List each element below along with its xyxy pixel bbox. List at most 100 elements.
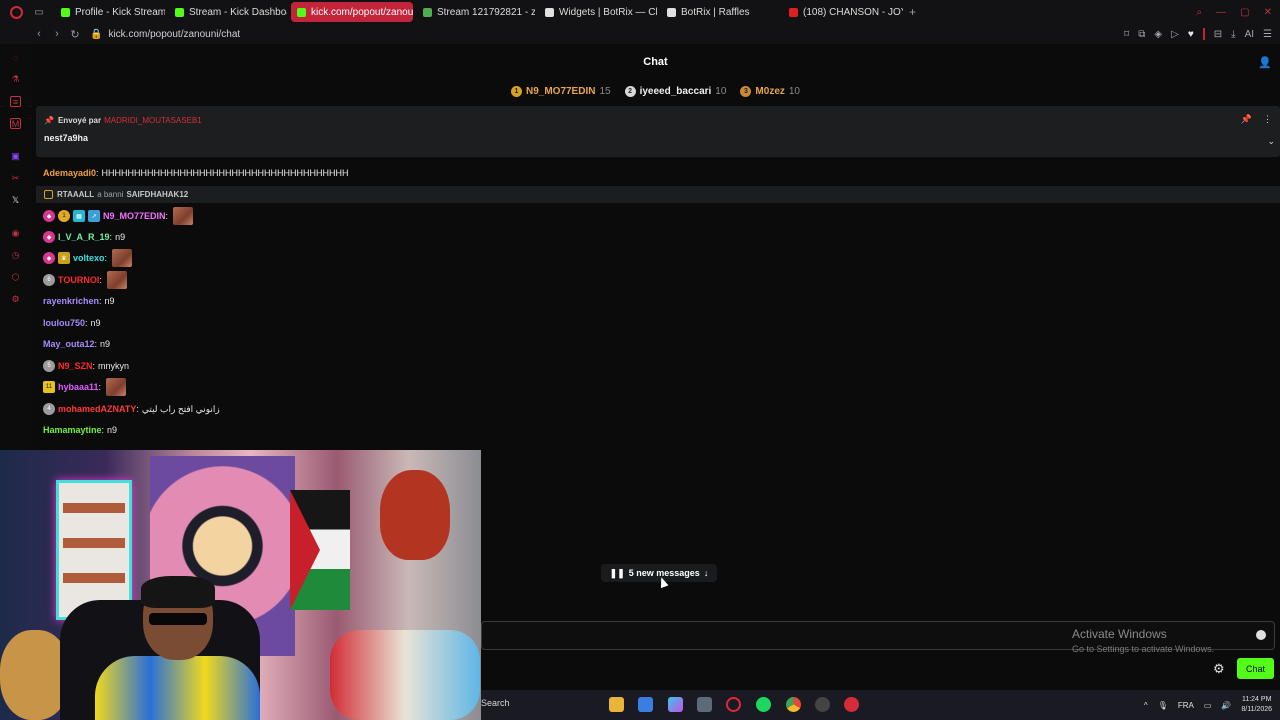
shield-icon[interactable]: ◈ (1154, 29, 1162, 40)
chat-username[interactable]: rayenkrichen (43, 296, 99, 306)
bookmark-icon[interactable]: ⌑ (1124, 29, 1129, 40)
opera-logo-icon[interactable] (10, 5, 23, 19)
chat-message[interactable]: May_outa12: n9 (43, 335, 110, 353)
reload-icon[interactable]: ↻ (66, 28, 84, 41)
twitch-icon[interactable]: ▣ (10, 151, 21, 162)
messenger-icon[interactable]: ≡ (10, 96, 21, 107)
mic-icon[interactable]: 🎙 (1158, 701, 1168, 710)
chevron-down-icon[interactable]: ⌄ (1267, 136, 1275, 147)
chat-username[interactable]: l_V_A_R_19 (58, 232, 110, 242)
unpin-icon[interactable]: 📌 (1241, 114, 1252, 125)
aria-icon[interactable]: ◌ (10, 52, 21, 63)
ai-icon[interactable]: ✂ (10, 173, 21, 184)
chat-username[interactable]: May_outa12 (43, 339, 95, 349)
chat-username[interactable]: voltexo (73, 253, 105, 263)
pinner-name[interactable]: MADRIDI_MOUTASASEB1 (104, 116, 202, 125)
browser-tab[interactable]: Stream 121792821 - zanou (417, 2, 535, 22)
browser-tab[interactable]: (108) CHANSON - JOYEUX (783, 2, 903, 22)
aria-ai-icon[interactable]: AI (1245, 29, 1254, 40)
obs-icon[interactable] (815, 697, 830, 712)
new-tab-icon[interactable]: + (909, 5, 916, 19)
chat-message[interactable]: 11 hybaaa11: (43, 378, 127, 396)
tab-list: Profile - Kick Streaming Stream - Kick Da… (55, 2, 903, 22)
chat-text: n9 (107, 425, 118, 435)
history-icon[interactable]: ◷ (10, 250, 21, 261)
sub-badge-icon: ◆ (43, 252, 55, 264)
url-field[interactable]: 🔒 kick.com/popout/zanouni/chat (90, 29, 240, 40)
store-icon[interactable] (638, 697, 653, 712)
player-icon[interactable]: ◉ (10, 228, 21, 239)
chat-username[interactable]: loulou750 (43, 318, 85, 328)
menu-icon[interactable]: ☰ (1263, 29, 1272, 40)
x-icon[interactable]: 𝕏 (10, 195, 21, 206)
pinned-message[interactable]: 📌 Envoyé par MADRIDI_MOUTASASEB1 nest7a9ha… (36, 106, 1280, 157)
browser-tab[interactable]: Profile - Kick Streaming (55, 2, 165, 22)
more-options-icon[interactable]: ⋮ (1263, 114, 1272, 125)
app-icon[interactable] (844, 697, 859, 712)
moderator-name[interactable]: RTAAALL (57, 190, 94, 199)
spotify-icon[interactable] (756, 697, 771, 712)
language-indicator[interactable]: FRA (1178, 701, 1194, 710)
sub-months-badge-icon: 11 (43, 381, 55, 393)
browser-tab[interactable]: Stream - Kick Dashboard (169, 2, 287, 22)
chat-message[interactable]: Ademayadi0: HHHHHHHHHHHHHHHHHHHHHHHHHHHH… (43, 164, 349, 182)
chat-username[interactable]: Ademayadi0 (43, 168, 96, 178)
chat-message[interactable]: loulou750: n9 (43, 314, 101, 332)
workspace-icon[interactable]: ⚗ (10, 74, 21, 85)
chat-username[interactable]: Hamamaytine (43, 425, 102, 435)
banned-user[interactable]: SAIFDHAHAK12 (126, 190, 188, 199)
chat-message[interactable]: 4 mohamedAZNATY: زانوني افتح راب ليتي (43, 400, 220, 418)
chat-message[interactable]: Hamamaytine: n9 (43, 421, 117, 439)
send-chat-button[interactable]: Chat (1237, 658, 1274, 679)
chat-message[interactable]: 6 TOURNOI: (43, 271, 127, 289)
settings-icon[interactable]: ⚙ (10, 294, 21, 305)
chat-username[interactable]: N9_MO77EDIN (103, 211, 166, 221)
minimize-icon[interactable]: — (1216, 7, 1226, 18)
user-list-icon[interactable]: 👤 (1258, 56, 1272, 69)
browser-tab[interactable]: BotRix | Raffles (661, 2, 779, 22)
opera-icon[interactable] (726, 697, 741, 712)
leaderboard-points: 15 (599, 85, 611, 97)
download-icon[interactable]: ⤓ (1231, 29, 1235, 40)
file-explorer-icon[interactable] (609, 697, 624, 712)
browser-tab[interactable]: Widgets | BotRix — Cloud (539, 2, 657, 22)
close-icon[interactable]: ✕ (1264, 7, 1272, 18)
chat-username[interactable]: hybaaa11 (58, 382, 99, 392)
chat-username[interactable]: TOURNOI (58, 275, 99, 285)
network-icon[interactable]: ▭ (1204, 701, 1212, 710)
extensions-icon[interactable]: ⬡ (10, 272, 21, 283)
snapshot-icon[interactable]: ⧉ (1138, 29, 1145, 40)
colon: : (92, 361, 96, 371)
chat-message[interactable]: ◆ l_V_A_R_19: n9 (43, 228, 125, 246)
chat-message[interactable]: rayenkrichen: n9 (43, 292, 115, 310)
browser-tab[interactable]: kick.com/popout/zanouni/ (291, 2, 413, 22)
chat-message[interactable]: ◆ 1 ▦ ↗ N9_MO77EDIN: (43, 207, 194, 225)
toolbar-icons: ⌑ ⧉ ◈ ▷ ♥ ⊟ ⤓ AI ☰ (1124, 24, 1272, 44)
heart-icon[interactable]: ♥ (1188, 29, 1194, 40)
copilot-icon[interactable] (668, 697, 683, 712)
forward-icon[interactable]: › (48, 28, 66, 40)
back-icon[interactable]: ‹ (30, 28, 48, 40)
chat-settings-icon[interactable]: ⚙ (1213, 661, 1225, 677)
screen: ▭ Profile - Kick Streaming Stream - Kick … (0, 0, 1280, 720)
play-icon[interactable]: ▷ (1171, 29, 1179, 40)
chat-message[interactable]: 5 N9_SZN: mnykyn (43, 357, 129, 375)
leaderboard-item[interactable]: 2 iyeeed_baccari 10 (624, 85, 726, 97)
clock[interactable]: 11:24 PM 8/11/2026 (1241, 695, 1272, 715)
chat-username[interactable]: N9_SZN (58, 361, 93, 371)
chevron-up-icon[interactable]: ^ (1144, 701, 1148, 710)
mail-icon[interactable]: M (10, 118, 21, 129)
leaderboard-item[interactable]: 3 M0zez 10 (740, 85, 800, 97)
chat-message[interactable]: ◆ ♛ voltexo: (43, 249, 133, 267)
wallet-icon[interactable]: ⊟ (1214, 29, 1222, 40)
chrome-icon[interactable] (786, 697, 801, 712)
maximize-icon[interactable]: ▢ (1240, 7, 1249, 18)
taskbar-search[interactable]: Search (481, 698, 510, 708)
volume-icon[interactable]: 🔊 (1221, 701, 1231, 710)
search-tabs-icon[interactable]: ⌕ (1197, 7, 1203, 18)
chat-username[interactable]: mohamedAZNATY (58, 404, 136, 414)
calculator-icon[interactable] (697, 697, 712, 712)
leaderboard-item[interactable]: 1 N9_MO77EDIN 15 (510, 85, 611, 97)
emoji-icon[interactable] (1256, 630, 1266, 640)
tab-islands-icon[interactable]: ▭ (32, 5, 46, 19)
